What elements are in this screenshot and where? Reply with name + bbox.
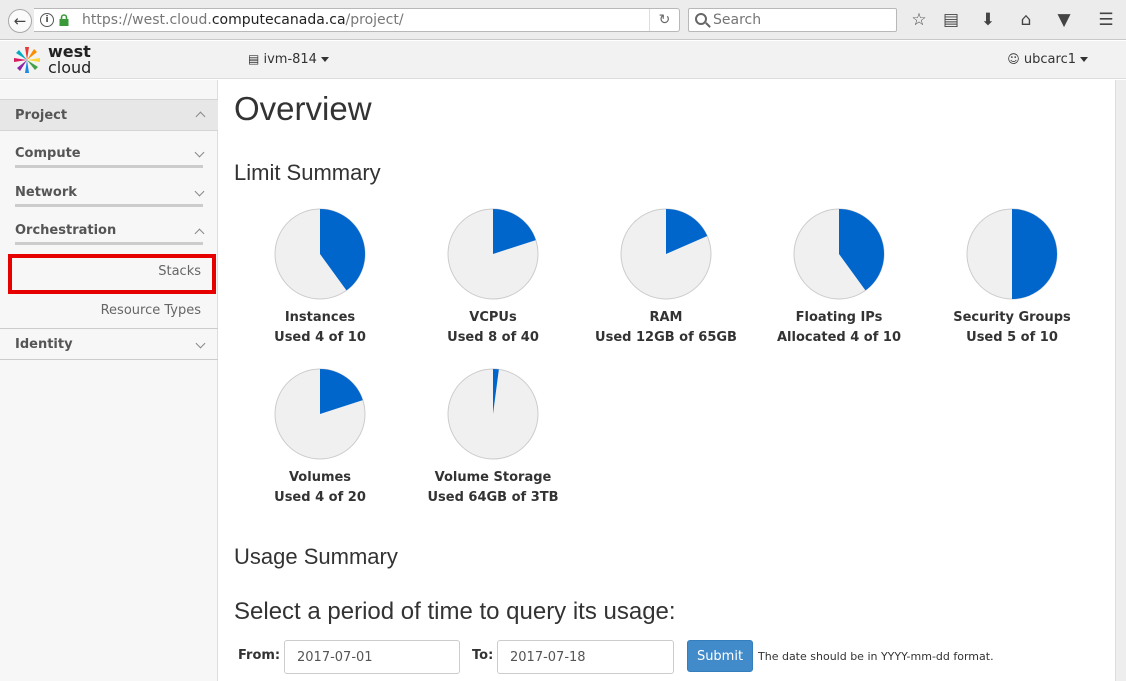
pocket-icon[interactable]: ▼ xyxy=(1053,9,1075,31)
user-icon: ☺ xyxy=(1007,52,1020,66)
usage-summary-heading: Usage Summary xyxy=(234,544,398,569)
project-name: ivm-814 xyxy=(263,52,317,67)
sidebar-item-compute[interactable]: Compute xyxy=(15,146,205,168)
pie-label: Volume Storage xyxy=(434,470,552,485)
search-icon xyxy=(695,13,707,25)
limit-summary-heading: Limit Summary xyxy=(234,160,381,185)
chevron-up-icon xyxy=(194,228,205,239)
url-path: /project/ xyxy=(345,12,404,28)
chevron-up-icon xyxy=(195,111,206,122)
highlight-box xyxy=(8,254,216,294)
west-cloud-logo[interactable]: west cloud xyxy=(12,43,102,77)
pie-chart-item: Floating IPs Allocated 4 of 10 xyxy=(754,208,924,345)
project-selector[interactable]: ▤ ivm-814 xyxy=(248,52,329,67)
period-heading: Select a period of time to query its usa… xyxy=(234,598,676,625)
to-label: To: xyxy=(472,648,494,663)
to-date-input[interactable] xyxy=(497,640,674,674)
pie-chart xyxy=(966,208,1058,300)
caret-down-icon xyxy=(320,57,329,62)
chevron-down-icon xyxy=(195,338,206,349)
caret-down-icon xyxy=(1080,57,1088,62)
reading-list-icon[interactable]: ▤ xyxy=(940,9,962,31)
chevron-down-icon xyxy=(194,147,205,158)
lock-icon xyxy=(59,14,69,26)
pie-chart xyxy=(447,368,539,460)
pie-used-slice xyxy=(1012,209,1057,299)
sidebar: Project Compute Network Orchestration St… xyxy=(0,80,218,681)
pie-usage-text: Used 5 of 10 xyxy=(966,330,1058,345)
info-icon[interactable]: i xyxy=(40,13,54,27)
user-menu[interactable]: ☺ ubcarc1 xyxy=(1007,52,1088,67)
url-text: https://west.cloud.computecanada.ca/proj… xyxy=(82,12,404,28)
main-content: Overview Limit Summary Instances Used 4 o… xyxy=(219,80,1115,681)
url-domain: computecanada.ca xyxy=(211,12,346,28)
url-prefix: https://west.cloud. xyxy=(82,12,212,28)
sidebar-identity-label: Identity xyxy=(15,337,73,352)
browser-search[interactable] xyxy=(688,8,897,32)
app-header: west cloud ▤ ivm-814 ☺ ubcarc1 xyxy=(0,41,1126,79)
pie-label: Instances xyxy=(284,310,356,325)
pie-usage-text: Used 4 of 10 xyxy=(274,330,366,345)
browser-toolbar: ← i https://west.cloud.computecanada.ca/… xyxy=(0,0,1126,40)
pie-label: VCPUs xyxy=(469,310,517,325)
pie-chart xyxy=(274,208,366,300)
from-date-input[interactable] xyxy=(284,640,460,674)
menu-icon[interactable]: ☰ xyxy=(1095,9,1117,31)
sidebar-item-identity[interactable]: Identity xyxy=(0,328,218,360)
sidebar-compute-label: Compute xyxy=(15,146,81,161)
date-format-hint: The date should be in YYYY-mm-dd format. xyxy=(758,650,994,663)
pie-label: Volumes xyxy=(288,470,352,485)
page-title: Overview xyxy=(234,90,372,127)
pie-chart-item: RAM Used 12GB of 65GB xyxy=(581,208,751,345)
pie-chart-item: Security Groups Used 5 of 10 xyxy=(927,208,1097,345)
bookmark-star-icon[interactable]: ☆ xyxy=(908,9,930,31)
back-arrow-icon: ← xyxy=(13,12,27,30)
sidebar-network-label: Network xyxy=(15,185,77,200)
pie-usage-text: Allocated 4 of 10 xyxy=(776,330,902,345)
logo-text-cloud: cloud xyxy=(48,58,92,77)
download-icon[interactable]: ⬇ xyxy=(977,9,999,31)
scrollbar[interactable] xyxy=(1115,80,1126,681)
sidebar-item-orchestration[interactable]: Orchestration xyxy=(15,223,205,245)
pie-chart-item: Instances Used 4 of 10 xyxy=(235,208,405,345)
sidebar-orchestration-label: Orchestration xyxy=(15,223,117,238)
pie-chart-item: Volumes Used 4 of 20 xyxy=(235,368,405,505)
reload-icon[interactable]: ↻ xyxy=(649,9,679,31)
url-bar[interactable]: i https://west.cloud.computecanada.ca/pr… xyxy=(34,8,680,32)
user-name: ubcarc1 xyxy=(1023,52,1076,67)
pie-label: RAM xyxy=(649,310,683,325)
pie-chart xyxy=(447,208,539,300)
pie-chart xyxy=(620,208,712,300)
submit-button[interactable]: Submit xyxy=(687,640,753,672)
pie-chart xyxy=(274,368,366,460)
pie-chart-item: VCPUs Used 8 of 40 xyxy=(408,208,578,345)
back-button[interactable]: ← xyxy=(8,9,32,33)
pie-chart xyxy=(793,208,885,300)
pie-usage-text: Used 4 of 20 xyxy=(274,490,366,505)
logo-star-icon xyxy=(14,47,40,73)
home-icon[interactable]: ⌂ xyxy=(1015,9,1037,31)
browser-search-input[interactable] xyxy=(713,12,883,28)
pie-usage-text: Used 8 of 40 xyxy=(447,330,539,345)
pie-label: Floating IPs xyxy=(795,310,883,325)
sidebar-item-resource-types[interactable]: Resource Types xyxy=(101,303,201,318)
sidebar-item-project[interactable]: Project xyxy=(0,99,218,131)
from-label: From: xyxy=(238,648,281,663)
pie-label: Security Groups xyxy=(953,310,1071,325)
sidebar-project-label: Project xyxy=(15,108,68,123)
pie-usage-text: Used 12GB of 65GB xyxy=(595,330,737,345)
pie-usage-text: Used 64GB of 3TB xyxy=(427,490,559,505)
pie-chart-item: Volume Storage Used 64GB of 3TB xyxy=(408,368,578,505)
chevron-down-icon xyxy=(194,186,205,197)
project-icon: ▤ xyxy=(248,52,260,66)
sidebar-item-network[interactable]: Network xyxy=(15,185,205,207)
